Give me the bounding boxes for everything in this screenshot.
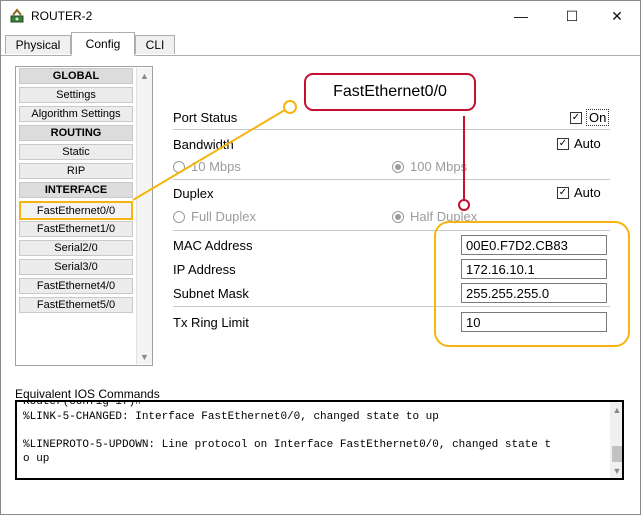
console-scrollbar[interactable]: ▲ ▼	[610, 402, 622, 478]
ios-commands-label: Equivalent IOS Commands	[15, 387, 160, 401]
scroll-up-icon[interactable]: ▲	[610, 402, 622, 417]
scroll-thumb[interactable]	[612, 446, 622, 462]
scroll-down-icon[interactable]: ▼	[610, 463, 622, 478]
ios-commands-console[interactable]: Router(config-if)# %LINK-5-CHANGED: Inte…	[15, 400, 624, 480]
router-window: ROUTER-2 — ☐ ✕ Physical Config CLI GLOBA…	[0, 0, 641, 515]
interface-heading-callout: FastEthernet0/0	[304, 73, 476, 111]
ios-line: o up	[23, 453, 50, 465]
ios-line: Router(config-if)#	[23, 400, 142, 408]
ios-line: %LINK-5-CHANGED: Interface FastEthernet0…	[23, 411, 439, 423]
ios-line: %LINEPROTO-5-UPDOWN: Line protocol on In…	[23, 439, 552, 451]
